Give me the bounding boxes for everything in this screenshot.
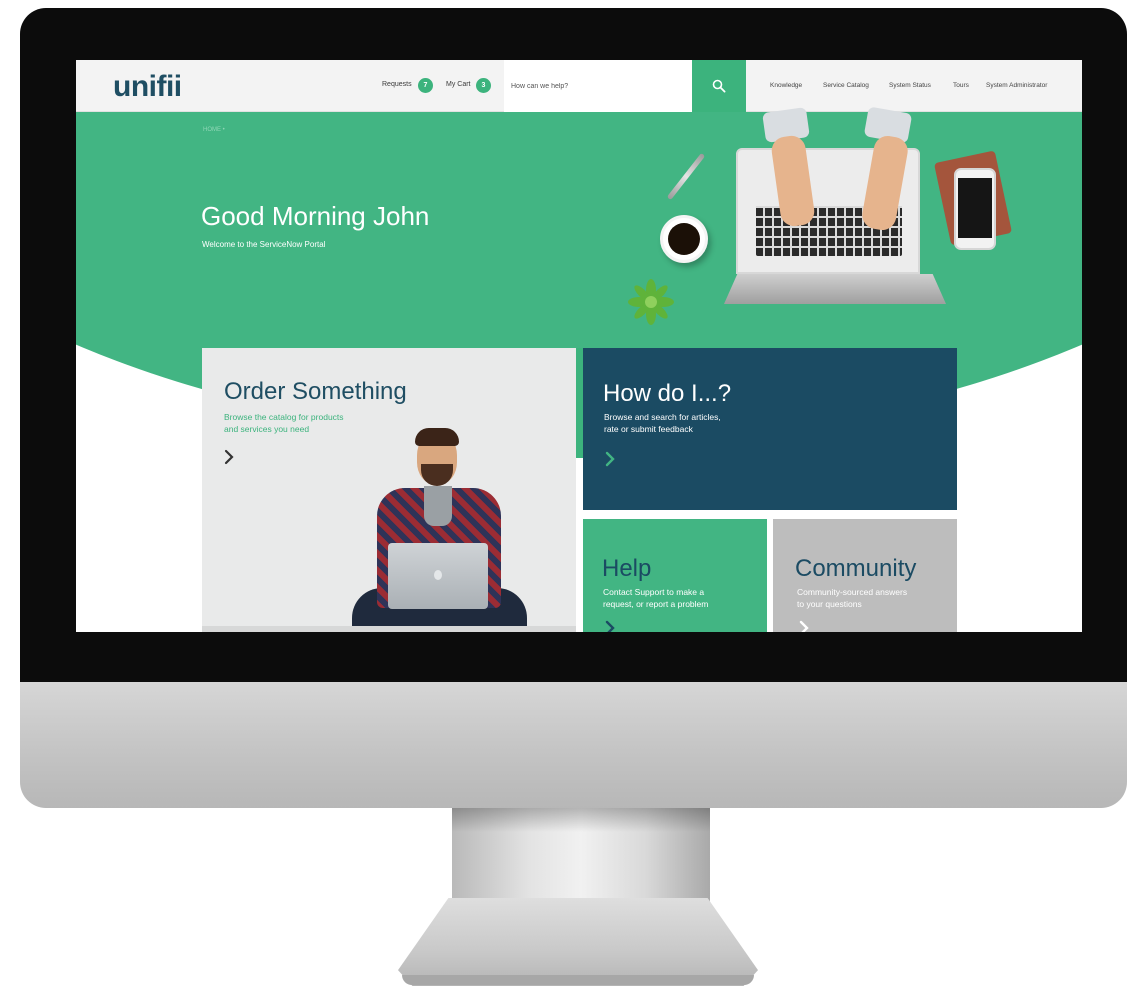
how-do-i-tile[interactable]: How do I...? Browse and search for artic… [583,348,957,510]
search-input[interactable] [504,60,692,112]
portal-screen: unifii Requests 7 My Cart 3 Knowledge Se… [76,60,1082,632]
search-button[interactable] [692,60,746,112]
chevron-right-icon[interactable] [220,448,238,466]
nav-knowledge[interactable]: Knowledge [770,82,802,89]
community-tile[interactable]: Community Community-sourced answers to y… [773,519,957,632]
monitor-stand-shadow [452,808,710,832]
how-tile-desc-2: rate or submit feedback [604,424,693,434]
chevron-right-icon[interactable] [601,619,619,632]
monitor-chin [20,682,1127,808]
man-hair-image [415,428,459,446]
search-icon [712,79,726,93]
order-tile-title: Order Something [224,378,407,405]
unifii-logo[interactable]: unifii [113,70,182,104]
nav-tours[interactable]: Tours [953,82,969,89]
floor-line [202,626,576,632]
nav-system-status[interactable]: System Status [889,82,931,89]
chevron-right-icon[interactable] [795,619,813,632]
breadcrumb[interactable]: HOME • [203,127,225,133]
chevron-right-icon[interactable] [601,450,619,468]
how-tile-title: How do I...? [603,380,732,407]
requests-link[interactable]: Requests [382,81,412,88]
requests-count-badge: 7 [418,78,433,93]
help-tile-desc-2: request, or report a problem [603,599,709,609]
laptop-base-image [724,274,946,304]
man-beard-image [421,464,453,486]
how-tile-accent [576,348,583,458]
welcome-subtitle: Welcome to the ServiceNow Portal [202,240,326,249]
laptop-logo-image [434,570,442,580]
nav-service-catalog[interactable]: Service Catalog [823,82,869,89]
cart-count-badge: 3 [476,78,491,93]
greeting-title: Good Morning John [201,201,430,231]
man-tshirt-image [424,486,452,526]
community-tile-title: Community [795,555,917,582]
my-cart-link[interactable]: My Cart [446,81,471,88]
help-tile-title: Help [602,555,652,582]
nav-system-administrator[interactable]: System Administrator [986,82,1047,89]
phone-screen-image [958,178,992,238]
monitor-stand-edge [402,975,754,985]
community-tile-desc-2: to your questions [797,599,862,609]
succulent-plant-image [628,279,674,325]
help-tile[interactable]: Help Contact Support to make a request, … [583,519,767,632]
order-something-tile[interactable]: Order Something Browse the catalog for p… [202,348,576,632]
coffee-image [668,223,700,255]
portal-header: unifii Requests 7 My Cart 3 Knowledge Se… [76,60,1082,112]
help-tile-desc-1: Contact Support to make a [603,587,705,597]
community-tile-desc-1: Community-sourced answers [797,587,908,597]
order-tile-desc-2: and services you need [224,424,310,434]
how-tile-desc-1: Browse and search for articles, [604,412,721,422]
order-tile-desc-1: Browse the catalog for products [224,412,344,422]
monitor-stand-base [398,898,758,986]
